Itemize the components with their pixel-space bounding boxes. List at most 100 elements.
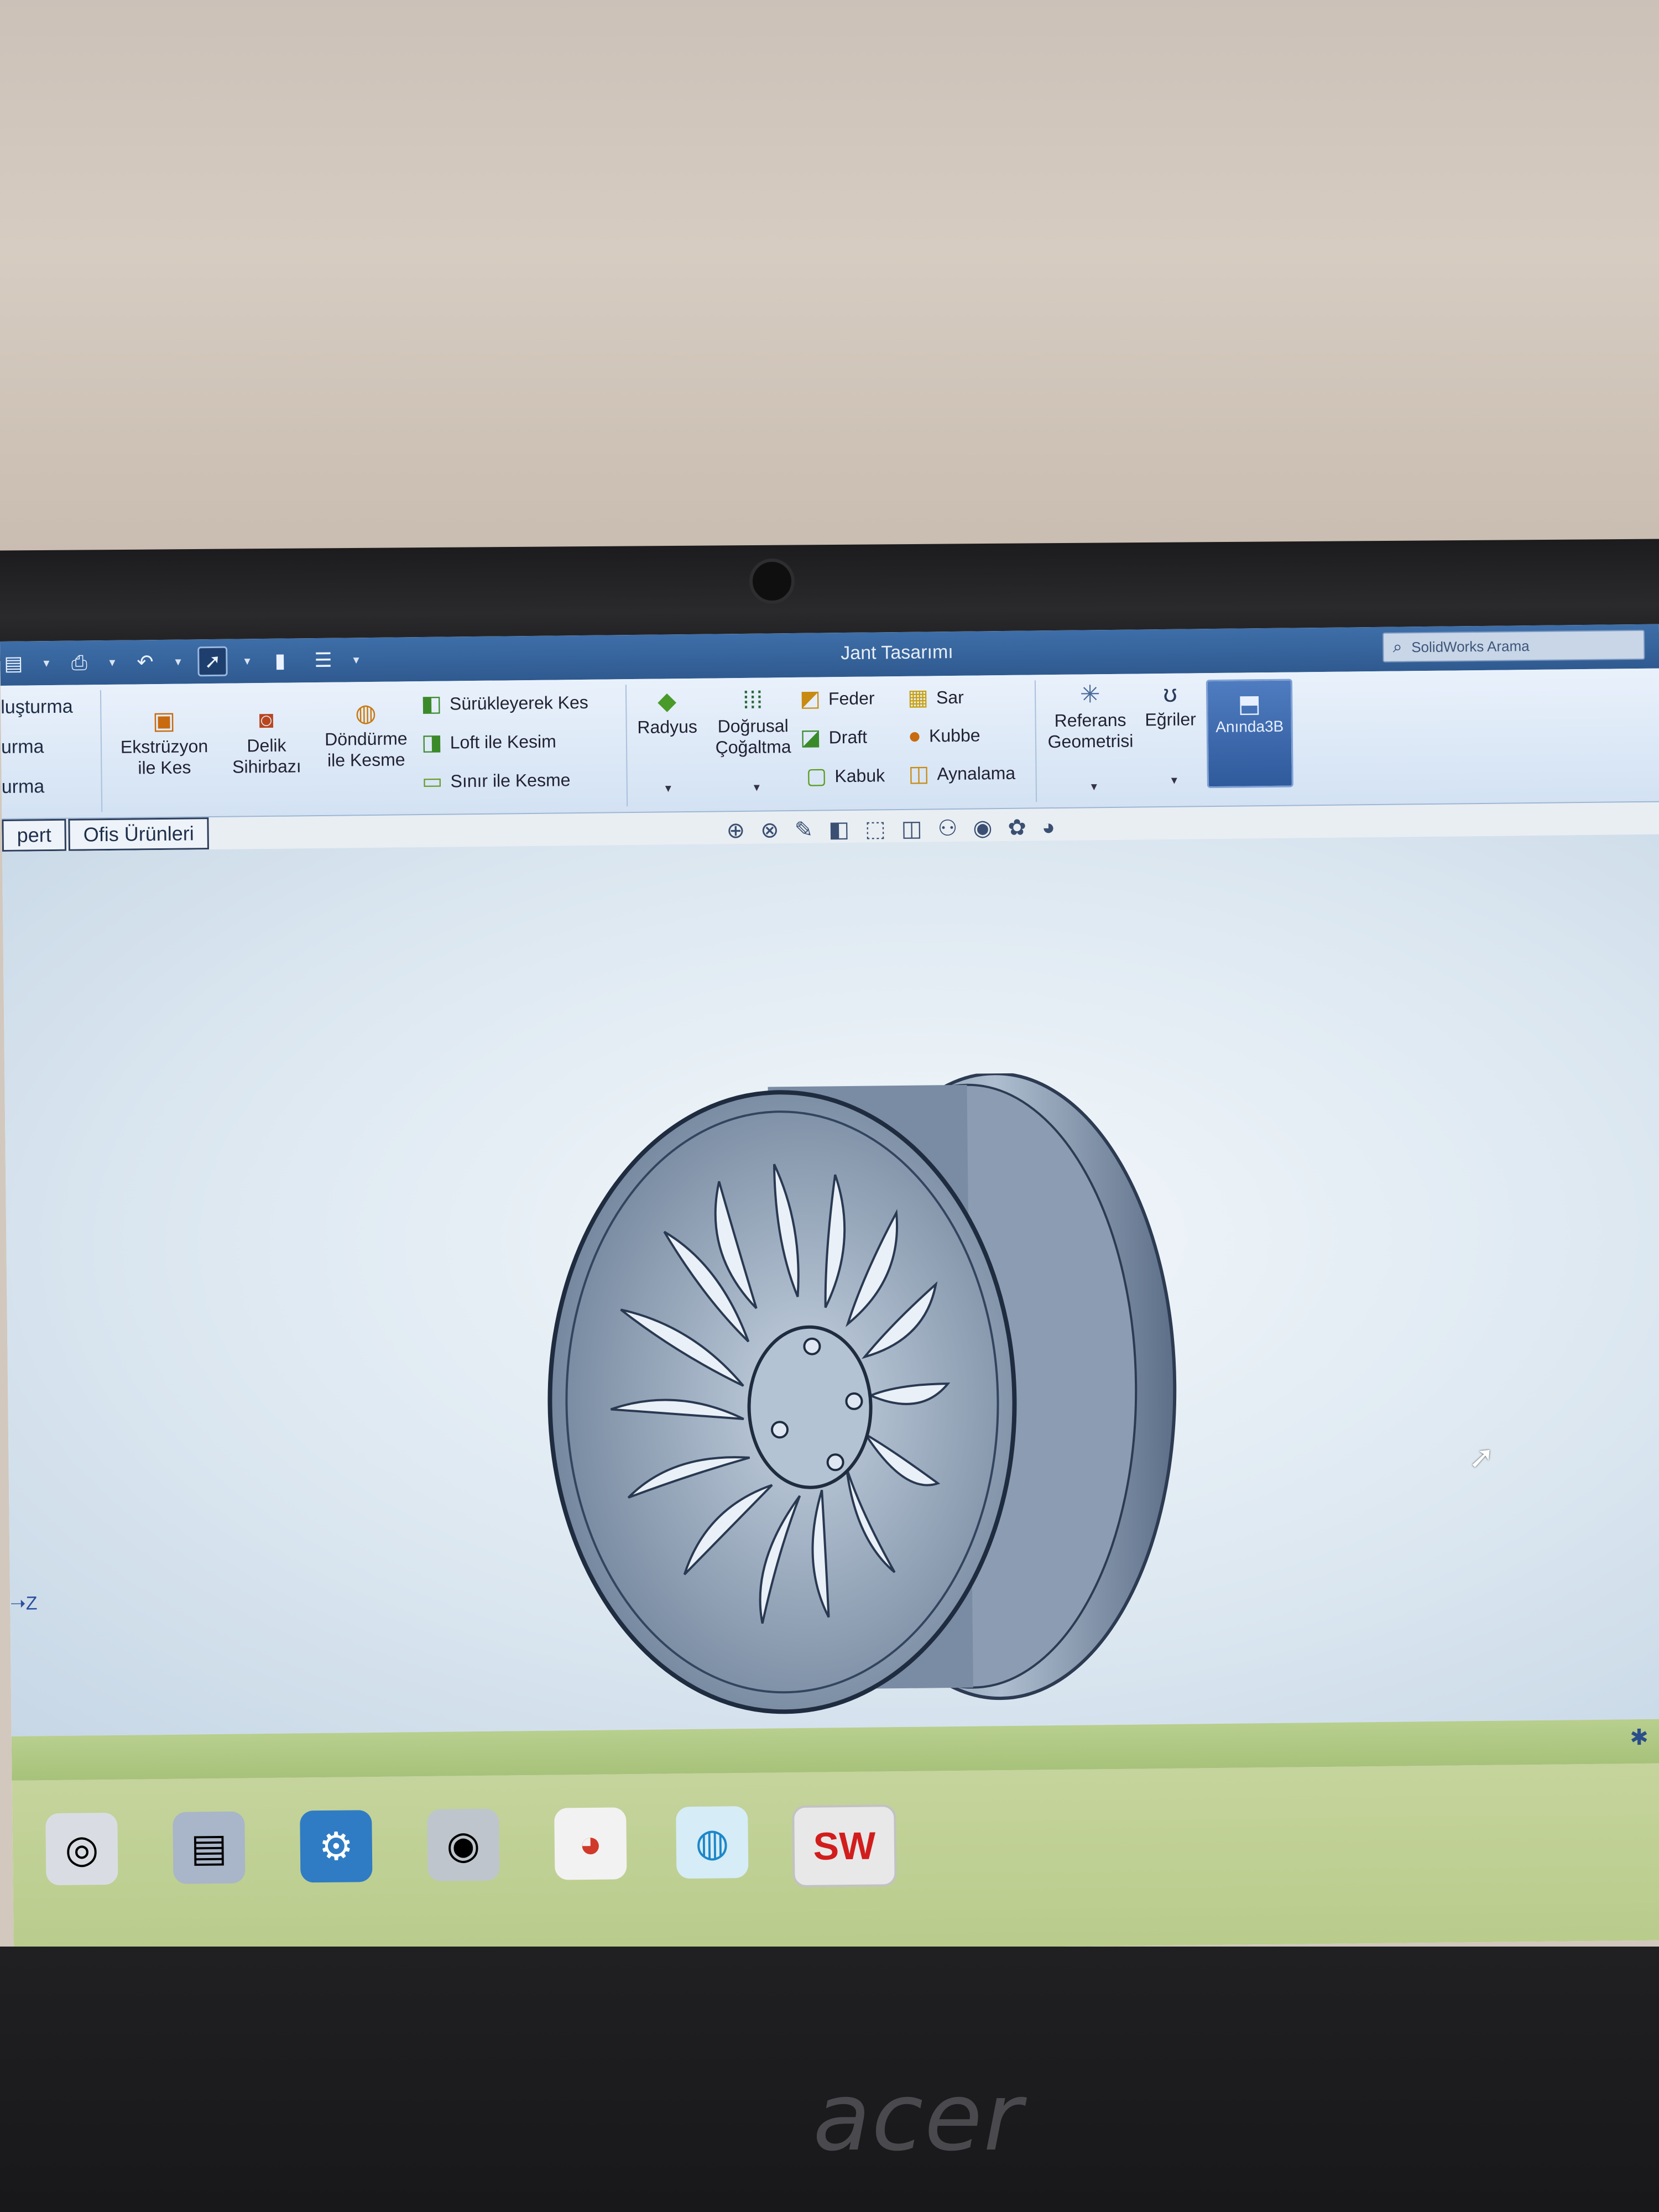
- laptop-brand-logo: acer: [813, 2063, 1024, 2172]
- dome-button[interactable]: ● Kubbe: [908, 723, 980, 748]
- chevron-down-icon[interactable]: ▾: [665, 781, 671, 795]
- draft-button[interactable]: ◪ Draft: [800, 724, 868, 750]
- chevron-down-icon[interactable]: ▾: [353, 653, 359, 667]
- extrude-cut-label: Ekstrüzyon ile Kes: [120, 736, 208, 778]
- hole-wizard-icon: ◙: [258, 706, 274, 734]
- select-cursor-icon[interactable]: ➚: [197, 646, 228, 677]
- speaker-icon[interactable]: ◉: [427, 1808, 500, 1882]
- laptop-screen: ▤ ▾ ⎙ ▾ ↶ ▾ ➚ ▾ ▮ ☰ ▾ Jant Tasarımı ⌕ So…: [0, 624, 1659, 1958]
- mirror-label: Aynalama: [937, 763, 1016, 784]
- doc-icon[interactable]: ▤: [173, 1811, 246, 1884]
- chrome-icon[interactable]: ◕: [554, 1807, 627, 1880]
- dome-label: Kubbe: [928, 725, 980, 746]
- chevron-down-icon[interactable]: ▾: [175, 655, 181, 669]
- hole-wizard-button[interactable]: ◙ Delik Sihirbazı: [222, 705, 311, 778]
- edit-appearance-icon[interactable]: ◉: [973, 815, 992, 841]
- draft-label: Draft: [828, 727, 868, 747]
- tab-office-products[interactable]: Ofis Ürünleri: [68, 817, 210, 851]
- instant3d-label: Anında3B: [1215, 717, 1284, 735]
- view-orientation-icon[interactable]: ⬚: [865, 816, 886, 842]
- command-manager-tabs: pert Ofis Ürünleri: [2, 817, 210, 852]
- options-list-icon[interactable]: ☰: [310, 647, 337, 674]
- reference-geometry-label: Referans Geometrisi: [1047, 709, 1134, 752]
- zoom-to-fit-icon[interactable]: ⊕: [726, 818, 745, 843]
- instant3d-button[interactable]: ⬒ Anında3B: [1206, 679, 1293, 789]
- mouse-cursor-icon: ➚: [1468, 1439, 1495, 1475]
- instant3d-icon: ⬒: [1238, 690, 1261, 718]
- linear-pattern-label: Doğrusal Çoğaltma: [715, 716, 791, 758]
- revolve-cut-button[interactable]: ◍ Döndürme ile Kesme: [316, 698, 416, 771]
- wrap-label: Sar: [936, 687, 964, 707]
- extrude-cut-button[interactable]: ▣ Ekstrüzyon ile Kes: [108, 706, 220, 779]
- linear-pattern-icon: ⁞⁞⁞: [742, 686, 763, 714]
- command-ribbon: luşturma urma urma ▣ Ekstrüzyon ile Kes …: [0, 668, 1659, 820]
- tab-expert[interactable]: pert: [2, 818, 67, 852]
- view-toolbar: ⊕ ⊗ ✎ ◧ ⬚ ◫ ⚇ ◉ ✿ ◕: [726, 813, 1055, 845]
- solidworks-icon[interactable]: SW: [792, 1804, 897, 1888]
- reference-geometry-icon: ✳: [1079, 681, 1100, 708]
- extrude-cut-icon: ▣: [152, 707, 176, 735]
- wall-background: [0, 0, 1659, 559]
- dome-icon: ●: [907, 723, 922, 748]
- edge-icon[interactable]: ◍: [676, 1806, 749, 1879]
- mirror-icon: ◫: [908, 761, 930, 786]
- display-style-icon[interactable]: ◫: [901, 816, 922, 842]
- rib-button[interactable]: ◩ Feder: [800, 685, 875, 711]
- chevron-down-icon[interactable]: ▾: [1171, 773, 1177, 787]
- rebuild-icon[interactable]: ▮: [267, 647, 294, 674]
- fillet-button[interactable]: ◆ Radyus: [631, 686, 703, 738]
- draft-icon: ◪: [800, 725, 821, 750]
- disk-icon[interactable]: ◎: [45, 1812, 118, 1886]
- chevron-down-icon[interactable]: ▾: [244, 654, 250, 668]
- boundary-cut-button[interactable]: ▭ Sınır ile Kesme: [421, 767, 570, 794]
- previous-view-icon[interactable]: ✎: [794, 817, 813, 843]
- wrap-icon: ▦: [907, 685, 929, 710]
- view-settings-icon[interactable]: ◕: [1042, 815, 1056, 840]
- shell-icon: ▢: [806, 764, 827, 789]
- boundary-cut-icon: ▭: [421, 769, 443, 794]
- curves-button[interactable]: ʊ Eğriler: [1140, 679, 1201, 730]
- mirror-button[interactable]: ◫ Aynalama: [908, 760, 1015, 787]
- print-icon[interactable]: ⎙: [66, 649, 93, 676]
- chevron-down-icon[interactable]: ▾: [43, 656, 49, 670]
- curves-label: Eğriler: [1145, 709, 1197, 730]
- rib-label: Feder: [828, 687, 875, 708]
- search-icon[interactable]: ⌕: [1384, 638, 1411, 657]
- left-cut-label-1[interactable]: luşturma: [1, 696, 73, 718]
- section-view-icon[interactable]: ◧: [828, 817, 849, 842]
- left-cut-label-2[interactable]: urma: [1, 736, 44, 758]
- ribbon-separator: [1034, 680, 1037, 802]
- bluetooth-icon[interactable]: ✱: [1630, 1725, 1648, 1750]
- search-placeholder: SolidWorks Arama: [1411, 637, 1530, 655]
- wrap-button[interactable]: ▦ Sar: [907, 685, 964, 711]
- hide-show-items-icon[interactable]: ⚇: [937, 816, 957, 841]
- chevron-down-icon[interactable]: ▾: [1091, 779, 1097, 794]
- fillet-icon: ◆: [658, 687, 677, 715]
- shell-label: Kabuk: [834, 765, 885, 786]
- shell-button[interactable]: ▢ Kabuk: [806, 763, 885, 789]
- chevron-down-icon[interactable]: ▾: [754, 780, 760, 795]
- document-title: Jant Tasarımı: [841, 641, 953, 664]
- save-icon[interactable]: ▤: [0, 650, 27, 677]
- graphics-viewport[interactable]: ➝Z ➚: [2, 834, 1659, 1736]
- reference-geometry-button[interactable]: ✳ Referans Geometrisi: [1040, 679, 1140, 752]
- chevron-down-icon[interactable]: ▾: [109, 655, 115, 670]
- undo-icon[interactable]: ↶: [132, 649, 159, 676]
- sweep-cut-icon: ◧: [420, 691, 442, 717]
- wheel-rim-model[interactable]: [535, 1071, 1233, 1731]
- zoom-to-area-icon[interactable]: ⊗: [760, 817, 779, 843]
- quick-access-toolbar: ▤ ▾ ⎙ ▾ ↶ ▾ ➚ ▾ ▮ ☰ ▾: [0, 644, 359, 679]
- left-cut-label-3[interactable]: urma: [2, 776, 45, 798]
- linear-pattern-button[interactable]: ⁞⁞⁞ Doğrusal Çoğaltma: [708, 685, 797, 758]
- apply-scene-icon[interactable]: ✿: [1008, 815, 1026, 841]
- solidworks-label: SW: [813, 1824, 876, 1868]
- axis-triad: ➝Z: [10, 1593, 38, 1614]
- taskbar: ◎ ▤ ⚙ ◉ ◕ ◍ SW: [12, 1763, 1659, 1958]
- settings-icon[interactable]: ⚙: [300, 1810, 373, 1883]
- revolve-cut-label: Döndürme ile Kesme: [324, 728, 408, 770]
- loft-cut-icon: ◨: [421, 730, 442, 755]
- search-box[interactable]: ⌕ SolidWorks Arama: [1382, 629, 1645, 662]
- curves-icon: ʊ: [1163, 680, 1177, 707]
- sweep-cut-button[interactable]: ◧ Sürükleyerek Kes: [421, 690, 588, 717]
- loft-cut-button[interactable]: ◨ Loft ile Kesim: [421, 728, 556, 755]
